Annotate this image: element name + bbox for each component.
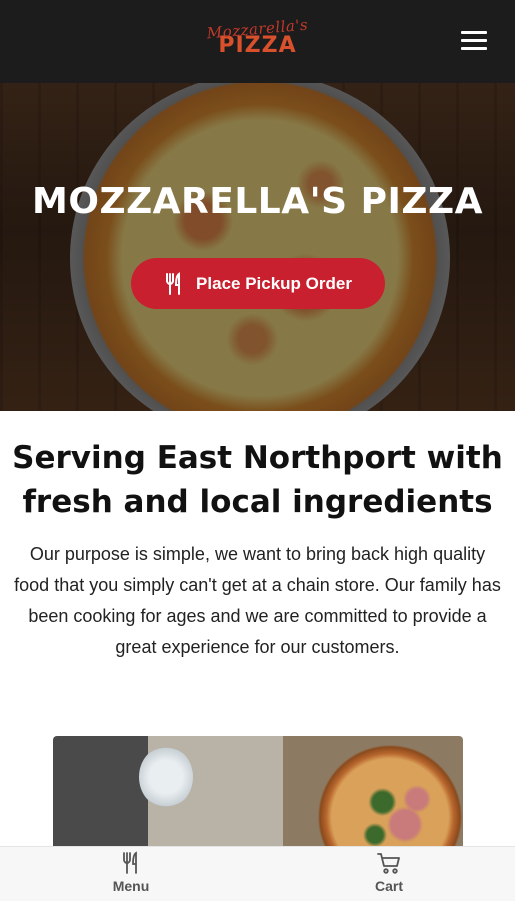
hero-overlay (0, 83, 515, 411)
nav-menu-button[interactable]: Menu (71, 847, 191, 901)
fork-knife-icon (164, 271, 184, 296)
glass-shape (139, 746, 193, 808)
nav-cart-label: Cart (374, 878, 403, 894)
nav-cart-button[interactable]: Cart (329, 847, 449, 901)
place-pickup-order-label: Place Pickup Order (196, 273, 352, 293)
hamburger-line (461, 39, 487, 42)
cart-icon (329, 851, 449, 875)
hamburger-line (461, 47, 487, 50)
fork-knife-icon (71, 851, 191, 875)
nav-menu-label: Menu (112, 878, 150, 894)
hamburger-menu-icon[interactable] (461, 31, 487, 51)
place-pickup-order-button[interactable]: Place Pickup Order (131, 258, 385, 309)
brand-logo[interactable]: Mozzarella's PIZZA (0, 16, 515, 57)
bottom-nav: Menu Cart (0, 846, 515, 901)
hamburger-line (461, 31, 487, 34)
hero-title: MOZZARELLA'S PIZZA (32, 181, 483, 222)
hero-banner: MOZZARELLA'S PIZZA Place Pickup Order (0, 83, 515, 411)
section-heading: Serving East Northport with fresh and lo… (12, 440, 503, 520)
intro-paragraph: Our purpose is simple, we want to bring … (14, 544, 501, 657)
top-bar: Mozzarella's PIZZA (0, 0, 515, 83)
